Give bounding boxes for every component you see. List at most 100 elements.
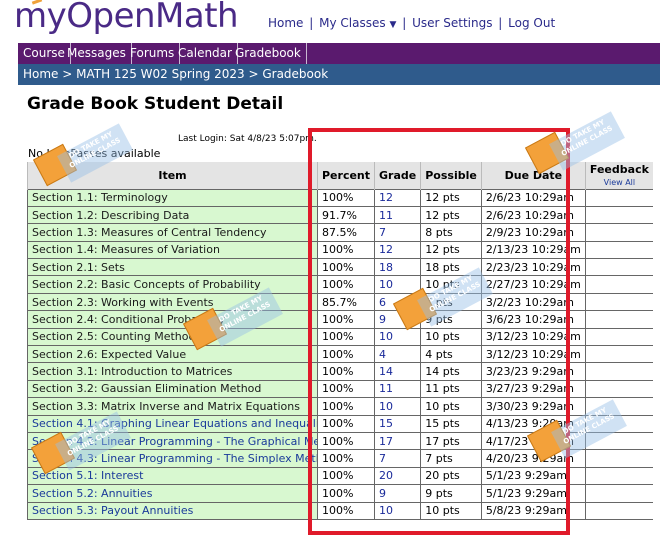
- due-date-cell: 3/27/23 9:29am: [480, 379, 586, 398]
- column-header-grade[interactable]: Grade: [374, 162, 421, 189]
- assignment-link[interactable]: Section 2.2: Basic Concepts of Probabili…: [27, 275, 318, 294]
- grade-link[interactable]: 18: [374, 258, 421, 276]
- grade-link[interactable]: 10: [374, 501, 421, 520]
- possible-cell: 8 pts: [420, 223, 482, 242]
- feedback-cell: [584, 345, 653, 363]
- menu-messages[interactable]: Messages: [62, 43, 132, 64]
- grade-link[interactable]: 7: [374, 223, 421, 242]
- possible-cell: 10 pts: [420, 275, 482, 294]
- table-row: Section 1.3: Measures of Central Tendenc…: [27, 223, 653, 242]
- home-link[interactable]: Home: [268, 16, 303, 30]
- menu-calendar[interactable]: Calendar: [173, 43, 238, 64]
- course-menu: Course Messages Forums Calendar Gradeboo…: [18, 43, 660, 64]
- percent-cell: 100%: [316, 501, 375, 520]
- grade-link[interactable]: 12: [374, 188, 421, 207]
- column-header-due-date[interactable]: Due Date: [480, 162, 586, 189]
- assignment-link[interactable]: Section 1.4: Measures of Variation: [27, 240, 318, 259]
- site-header: myOpenMath Home | My Classes ▼ | User Se…: [0, 0, 660, 42]
- possible-cell: 10 pts: [420, 327, 482, 346]
- log-out-link[interactable]: Log Out: [508, 16, 555, 30]
- possible-cell: 9 pts: [420, 310, 482, 329]
- due-date-cell: 4/20/23 9:29am: [480, 449, 586, 468]
- possible-cell: 11 pts: [420, 379, 482, 398]
- view-all-link[interactable]: View All: [590, 178, 649, 187]
- assignment-link[interactable]: Section 2.6: Expected Value: [27, 345, 318, 363]
- my-classes-link[interactable]: My Classes: [319, 16, 385, 30]
- assignment-link[interactable]: Section 4.2: Linear Programming - The Gr…: [27, 431, 318, 450]
- due-date-cell: 5/1/23 9:29am: [480, 466, 586, 485]
- grade-link[interactable]: 17: [374, 431, 421, 450]
- assignment-link[interactable]: Section 1.1: Terminology: [27, 188, 318, 207]
- possible-cell: 7 pts: [420, 292, 482, 311]
- due-date-cell: 2/27/23 10:29am: [480, 275, 586, 294]
- assignment-link[interactable]: Section 3.3: Matrix Inverse and Matrix E…: [27, 397, 318, 416]
- grade-link[interactable]: 20: [374, 466, 421, 485]
- grade-link[interactable]: 10: [374, 397, 421, 416]
- due-date-cell: 2/13/23 10:29am: [480, 240, 586, 259]
- grade-link[interactable]: 15: [374, 414, 421, 433]
- due-date-cell: 3/30/23 9:29am: [480, 397, 586, 416]
- assignment-link[interactable]: Section 2.3: Working with Events: [27, 292, 318, 311]
- chevron-down-icon[interactable]: ▼: [389, 20, 396, 30]
- grade-link[interactable]: 14: [374, 362, 421, 381]
- percent-cell: 100%: [316, 466, 375, 485]
- due-date-cell: 4/13/23 9:29am: [480, 414, 586, 433]
- assignment-link[interactable]: Section 3.2: Gaussian Elimination Method: [27, 379, 318, 398]
- assignment-link[interactable]: Section 2.4: Conditional Probability: [27, 310, 318, 329]
- due-date-cell: 5/8/23 9:29am: [480, 501, 586, 520]
- assignment-link[interactable]: Section 5.2: Annuities: [27, 484, 318, 503]
- breadcrumb[interactable]: Home > MATH 125 W02 Spring 2023 > Gradeb…: [18, 64, 660, 85]
- table-row: Section 2.1: Sets 100% 18 18 pts 2/23/23 10:…: [27, 258, 653, 276]
- due-date-cell: 5/1/23 9:29am: [480, 484, 586, 503]
- feedback-cell: [584, 431, 653, 450]
- grade-link[interactable]: 10: [374, 275, 421, 294]
- latepasses-text: No LatePasses available: [28, 147, 161, 160]
- percent-cell: 100%: [316, 397, 375, 416]
- table-row: Section 4.1: Graphing Linear Equations a…: [27, 414, 653, 433]
- menu-forums[interactable]: Forums: [125, 43, 181, 64]
- feedback-cell: [584, 258, 653, 276]
- grade-link[interactable]: 9: [374, 484, 421, 503]
- column-header-percent[interactable]: Percent: [316, 162, 375, 189]
- feedback-cell: [584, 397, 653, 416]
- grade-link[interactable]: 11: [374, 205, 421, 224]
- assignment-link[interactable]: Section 4.1: Graphing Linear Equations a…: [27, 414, 318, 433]
- grade-link[interactable]: 4: [374, 345, 421, 363]
- gradebook-table: Item Percent Grade Possible Due Date Fee…: [27, 162, 653, 520]
- table-row: Section 3.1: Introduction to Matrices 100…: [27, 362, 653, 381]
- percent-cell: 100%: [316, 449, 375, 468]
- grade-link[interactable]: 11: [374, 379, 421, 398]
- feedback-cell: [584, 310, 653, 329]
- feedback-cell: [584, 484, 653, 503]
- user-settings-link[interactable]: User Settings: [412, 16, 492, 30]
- grade-link[interactable]: 7: [374, 449, 421, 468]
- feedback-cell: [584, 327, 653, 346]
- assignment-link[interactable]: Section 4.3: Linear Programming - The Si…: [27, 449, 318, 468]
- column-header-possible[interactable]: Possible: [420, 162, 482, 189]
- column-header-item[interactable]: Item: [27, 162, 318, 189]
- menu-gradebook[interactable]: Gradebook: [230, 43, 307, 64]
- grade-link[interactable]: 10: [374, 327, 421, 346]
- due-date-cell: 3/12/23 10:29am: [480, 345, 586, 363]
- assignment-link[interactable]: Section 1.3: Measures of Central Tendenc…: [27, 223, 318, 242]
- percent-cell: 100%: [316, 362, 375, 381]
- table-row: Section 1.4: Measures of Variation 100% 12…: [27, 240, 653, 259]
- assignment-link[interactable]: Section 1.2: Describing Data: [27, 205, 318, 224]
- possible-cell: 12 pts: [420, 205, 482, 224]
- due-date-cell: 2/9/23 10:29am: [480, 223, 586, 242]
- grade-link[interactable]: 6: [374, 292, 421, 311]
- assignment-link[interactable]: Section 5.1: Interest: [27, 466, 318, 485]
- grade-link[interactable]: 9: [374, 310, 421, 329]
- feedback-cell: [584, 466, 653, 485]
- feedback-label: Feedback: [589, 163, 649, 177]
- assignment-link[interactable]: Section 3.1: Introduction to Matrices: [27, 362, 318, 381]
- myopenmath-logo[interactable]: myOpenMath: [14, 0, 239, 36]
- grade-link[interactable]: 12: [374, 240, 421, 259]
- assignment-link[interactable]: Section 2.1: Sets: [27, 258, 318, 276]
- due-date-cell: 4/17/23 9:29am: [480, 431, 586, 450]
- table-row: Section 4.3: Linear Programming - The Si…: [27, 449, 653, 468]
- feedback-cell: [584, 501, 653, 520]
- due-date-cell: 3/6/23 10:29am: [480, 310, 586, 329]
- assignment-link[interactable]: Section 5.3: Payout Annuities: [27, 501, 318, 520]
- assignment-link[interactable]: Section 2.5: Counting Methods: [27, 327, 318, 346]
